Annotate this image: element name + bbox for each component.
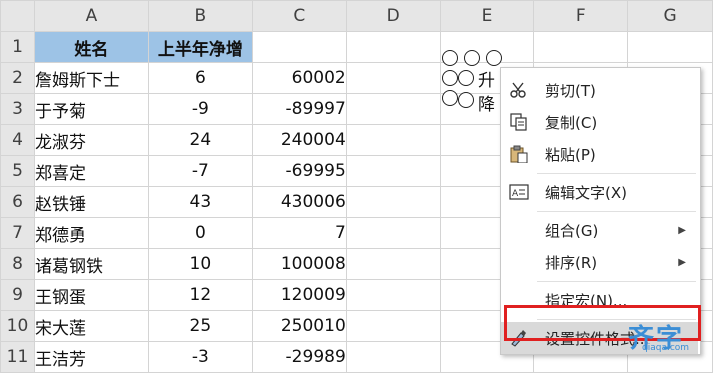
- cell-value[interactable]: 12: [147, 279, 253, 311]
- row-header[interactable]: 2: [0, 62, 35, 94]
- cell-result[interactable]: 250010: [251, 310, 347, 342]
- cell-name[interactable]: 郑喜定: [33, 155, 149, 187]
- row-header[interactable]: 4: [0, 124, 35, 156]
- cell-name[interactable]: 王钢蛋: [33, 279, 149, 311]
- cell-result[interactable]: 100008: [251, 248, 347, 280]
- svg-text:A: A: [512, 189, 519, 199]
- row-header[interactable]: 6: [0, 186, 35, 218]
- row-header[interactable]: 5: [0, 155, 35, 187]
- row-header[interactable]: 3: [0, 93, 35, 125]
- col-header-c[interactable]: C: [251, 0, 347, 32]
- col-header-f[interactable]: F: [533, 0, 629, 32]
- cell[interactable]: [345, 31, 441, 63]
- cell[interactable]: [251, 31, 347, 63]
- menu-item-cut[interactable]: 剪切(T): [501, 74, 698, 106]
- menu-separator: [537, 173, 696, 174]
- cell-value[interactable]: 0: [147, 217, 253, 249]
- selection-handle[interactable]: [442, 90, 458, 106]
- scissors-icon: [510, 82, 526, 98]
- option-button-circle[interactable]: [458, 92, 474, 108]
- cell-value[interactable]: -7: [147, 155, 253, 187]
- col-header-a[interactable]: A: [33, 0, 149, 32]
- cell-name[interactable]: 詹姆斯下士: [33, 62, 149, 94]
- selection-handle[interactable]: [442, 70, 458, 86]
- menu-item-paste[interactable]: 粘贴(P): [501, 138, 698, 170]
- cell[interactable]: [533, 31, 629, 63]
- cell-value[interactable]: 24: [147, 124, 253, 156]
- cell-value[interactable]: -3: [147, 341, 253, 373]
- menu-item-edit-text[interactable]: A 编辑文字(X): [501, 176, 698, 208]
- cell[interactable]: [345, 62, 441, 94]
- col-header-e[interactable]: E: [439, 0, 535, 32]
- cell-name[interactable]: 于予菊: [33, 93, 149, 125]
- cell-name[interactable]: 诸葛钢铁: [33, 248, 149, 280]
- row-header[interactable]: 10: [0, 310, 35, 342]
- col-header-g[interactable]: G: [627, 0, 713, 32]
- cell-result[interactable]: 60002: [251, 62, 347, 94]
- col-header-b[interactable]: B: [147, 0, 253, 32]
- cell[interactable]: [345, 248, 441, 280]
- menu-label: 剪切(T): [545, 81, 596, 100]
- cell[interactable]: [345, 124, 441, 156]
- selection-handle[interactable]: [464, 50, 480, 66]
- row-header[interactable]: 8: [0, 248, 35, 280]
- menu-separator: [537, 281, 696, 282]
- cell-name[interactable]: 赵铁锤: [33, 186, 149, 218]
- copy-icon: [510, 113, 527, 131]
- cell-result[interactable]: 240004: [251, 124, 347, 156]
- option-label-down: 降: [478, 95, 495, 115]
- cell[interactable]: [345, 341, 441, 373]
- cell-b1[interactable]: 上半年净增: [147, 31, 253, 63]
- cell-value[interactable]: -9: [147, 93, 253, 125]
- edit-text-icon: A: [509, 184, 529, 200]
- watermark-url: qiaqa.com: [642, 343, 690, 353]
- cell-name[interactable]: 王洁芳: [33, 341, 149, 373]
- row-header[interactable]: 11: [0, 341, 35, 373]
- menu-item-copy[interactable]: 复制(C): [501, 106, 698, 138]
- cell[interactable]: [345, 279, 441, 311]
- row-header[interactable]: 9: [0, 279, 35, 311]
- cell-result[interactable]: 430006: [251, 186, 347, 218]
- cell-result[interactable]: 120009: [251, 279, 347, 311]
- cell-value[interactable]: 6: [147, 62, 253, 94]
- menu-item-order[interactable]: 排序(R) ▶: [501, 246, 698, 278]
- cell-result[interactable]: -69995: [251, 155, 347, 187]
- cell[interactable]: [345, 217, 441, 249]
- cell[interactable]: [345, 155, 441, 187]
- cell[interactable]: [345, 186, 441, 218]
- menu-separator: [537, 211, 696, 212]
- cell-value[interactable]: 10: [147, 248, 253, 280]
- cell-result[interactable]: 7: [251, 217, 347, 249]
- cell-value[interactable]: 43: [147, 186, 253, 218]
- menu-label: 粘贴(P): [545, 145, 596, 164]
- option-button-circle[interactable]: [458, 70, 474, 86]
- cell-name[interactable]: 郑德勇: [33, 217, 149, 249]
- menu-item-group[interactable]: 组合(G) ▶: [501, 214, 698, 246]
- paste-icon: [510, 145, 528, 163]
- cell-value[interactable]: 25: [147, 310, 253, 342]
- cell-name[interactable]: 龙淑芬: [33, 124, 149, 156]
- cell[interactable]: [345, 310, 441, 342]
- selection-handle[interactable]: [486, 50, 502, 66]
- cell[interactable]: [345, 93, 441, 125]
- cell[interactable]: [627, 31, 713, 63]
- submenu-arrow-icon: ▶: [678, 224, 686, 236]
- select-all-corner[interactable]: [0, 0, 35, 32]
- cell-result[interactable]: -89997: [251, 93, 347, 125]
- option-label-up: 升: [478, 71, 495, 91]
- menu-label: 编辑文字(X): [545, 183, 627, 202]
- menu-label: 排序(R): [545, 253, 598, 272]
- col-header-d[interactable]: D: [345, 0, 441, 32]
- menu-label: 复制(C): [545, 113, 598, 132]
- menu-label: 组合(G): [545, 221, 599, 240]
- row-header[interactable]: 7: [0, 217, 35, 249]
- cell-result[interactable]: -29989: [251, 341, 347, 373]
- submenu-arrow-icon: ▶: [678, 256, 686, 268]
- cell-name[interactable]: 宋大莲: [33, 310, 149, 342]
- row-header[interactable]: 1: [0, 31, 35, 63]
- selection-handle[interactable]: [442, 50, 458, 66]
- cell-a1[interactable]: 姓名: [33, 31, 149, 63]
